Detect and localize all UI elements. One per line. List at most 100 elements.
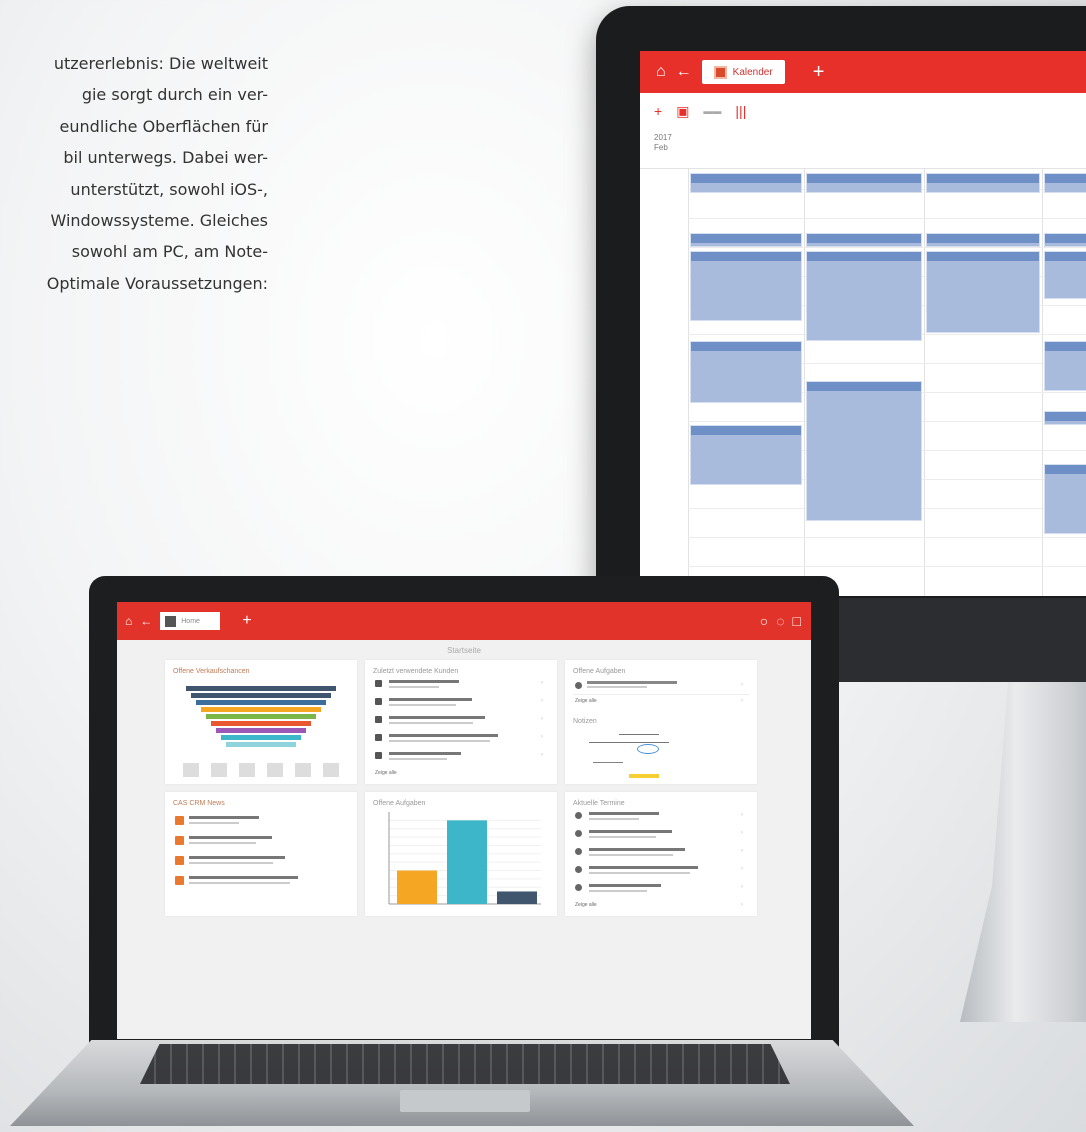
task-item[interactable] [587,680,687,690]
list-item[interactable] [389,732,529,744]
search-icon[interactable]: ○ [760,613,768,629]
calendar-event[interactable] [690,341,802,403]
appointment-icon [575,812,582,819]
date-picker-icon[interactable]: ▣ [676,103,689,120]
calendar-year: 2017 Feb [654,133,672,153]
list-item[interactable] [389,750,529,762]
back-arrow-icon[interactable]: ← [140,615,152,627]
list-item[interactable] [389,696,529,708]
recent-customers-card: Zuletzt verwendete Kunden › › › › › Zeige al… [365,660,557,784]
list-item[interactable] [189,874,329,886]
list-item[interactable] [589,810,729,822]
calendar-day-column[interactable] [804,169,805,596]
calendar-event[interactable] [690,173,802,193]
funnel-card: Offene Verkaufschancen [165,660,357,784]
list-item[interactable] [189,814,329,826]
calendar-event[interactable] [690,425,802,485]
recent-customers-show-all[interactable]: Zeige alle [375,770,397,777]
calendar-event[interactable] [806,173,922,193]
list-item[interactable] [389,678,529,690]
calendar-event[interactable] [690,233,802,247]
view-label[interactable]: ▬▬ [703,106,721,116]
funnel-segment[interactable] [216,728,306,733]
news-card: CAS CRM News [165,792,357,916]
chevron-right-icon: › [541,698,543,704]
calendar-event[interactable] [690,251,802,321]
list-item[interactable] [589,846,729,858]
calendar-event[interactable] [1044,233,1086,247]
calendar-event-header [691,252,801,261]
funnel-segment[interactable] [191,693,331,698]
add-tab-icon[interactable]: + [242,613,251,629]
chevron-right-icon: › [541,752,543,758]
funnel-segment[interactable] [221,735,301,740]
appointment-icon [575,866,582,873]
calendar-day-column[interactable] [924,169,925,596]
calendar-day-column[interactable] [688,169,689,596]
back-arrow-icon[interactable]: ← [676,64,692,80]
rss-icon [175,816,184,825]
columns-icon[interactable]: ||| [735,103,746,119]
settings-icon[interactable]: ◌ [776,613,784,629]
rss-icon [175,836,184,845]
appointments-show-all[interactable]: Zeige alle [575,902,597,909]
funnel-segment[interactable] [211,721,311,726]
calendar-day-column[interactable] [1042,169,1043,596]
intro-line: unterstützt, sowohl iOS-, [70,179,268,199]
calendar-event[interactable] [1044,251,1086,299]
add-tab-icon[interactable]: + [813,62,825,82]
list-item[interactable] [589,882,729,894]
year-label: 2017 [654,133,672,142]
calendar-event[interactable] [1044,173,1086,193]
list-item[interactable] [189,834,329,846]
tasks-bar-chart [388,812,541,905]
funnel-segment[interactable] [196,700,326,705]
calendar-event-header [927,252,1039,261]
chevron-right-icon: › [741,830,743,836]
intro-line: gie sorgt durch ein ver- [81,85,268,105]
task-status-icon [575,682,582,689]
funnel-segment[interactable] [226,742,296,747]
calendar-event-header [1045,252,1086,261]
calendar-event[interactable] [806,381,922,521]
chevron-right-icon: › [541,680,543,686]
list-item[interactable] [589,828,729,840]
tab-calendar[interactable]: Kalender [701,60,785,84]
list-item[interactable] [589,864,729,876]
monitor-screen: ⌂ ← Kalender + + ▣ ▬▬ ||| 2017 Feb [640,51,1086,596]
customer-icon [375,716,382,723]
home-icon[interactable]: ⌂ [125,615,132,627]
home-icon[interactable]: ⌂ [656,64,666,80]
calendar-event[interactable] [1044,464,1086,534]
chart-bar[interactable] [397,870,437,904]
customer-icon [375,698,382,705]
funnel-segment[interactable] [206,714,316,719]
calendar-grid: 2017 Feb [640,129,1086,596]
chevron-right-icon: › [541,716,543,722]
calendar-event[interactable] [1044,341,1086,391]
calendar-event-header [927,234,1039,243]
calendar-event[interactable] [1044,411,1086,425]
intro-line: utzererlebnis: Die weltweit [53,54,268,73]
intro-line: sowohl am PC, am Note- [71,242,268,262]
calendar-event[interactable] [926,233,1040,247]
show-all-chevron-icon: › [741,698,743,704]
intro-line: Windowssysteme. Gleiches [50,211,268,231]
list-item[interactable] [389,714,529,726]
open-tasks-show-all[interactable]: Zeige alle [575,698,597,705]
chevron-right-icon: › [741,866,743,872]
intro-line: eundliche Oberflächen für [59,116,268,136]
add-icon[interactable]: + [654,103,662,119]
list-item[interactable] [189,854,329,866]
funnel-segment[interactable] [186,686,336,691]
tab-home[interactable]: Home [160,612,221,630]
calendar-event[interactable] [806,251,922,341]
calendar-tab-icon [713,65,727,79]
calendar-event[interactable] [926,173,1040,193]
calendar-event[interactable] [806,233,922,247]
calendar-event[interactable] [926,251,1040,333]
funnel-segment[interactable] [201,707,321,712]
chart-bar[interactable] [497,891,537,904]
user-icon[interactable]: □ [793,613,801,629]
chart-bar[interactable] [447,820,487,904]
